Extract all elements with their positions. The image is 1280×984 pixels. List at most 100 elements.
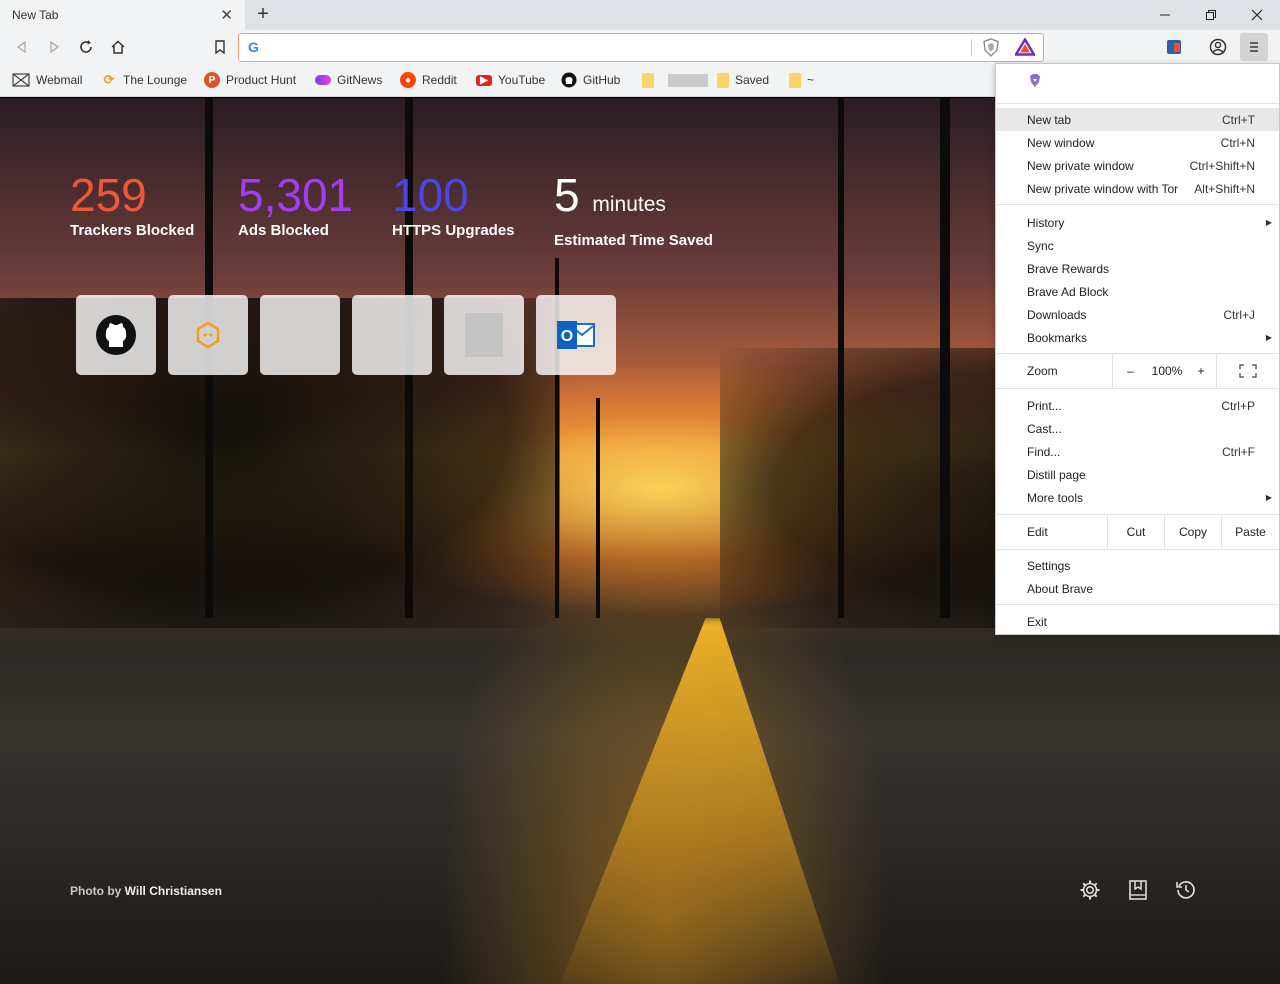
folder-icon (642, 72, 654, 88)
menu-item-settings[interactable]: Settings (996, 554, 1279, 577)
forward-icon (50, 40, 60, 54)
paste-button[interactable]: Paste (1221, 515, 1279, 549)
product-hunt-icon: P (204, 72, 220, 88)
bookmark-gitnews[interactable]: GitNews (315, 71, 382, 89)
stat-label: HTTPS Upgrades (392, 222, 515, 239)
photo-credit-author[interactable]: Will Christiansen (125, 884, 222, 898)
brave-rewards-icon[interactable] (1013, 37, 1037, 59)
top-site-tile-blank[interactable] (352, 295, 432, 375)
brave-shield-icon[interactable] (982, 38, 1000, 60)
fullscreen-button[interactable] (1216, 354, 1279, 388)
bookmark-folder-saved[interactable]: Saved (717, 71, 769, 89)
menu-item-find[interactable]: Find... Ctrl+F (996, 440, 1279, 463)
address-input[interactable] (267, 37, 957, 57)
reload-button[interactable] (72, 33, 100, 61)
back-button[interactable] (8, 33, 36, 61)
history-button[interactable] (1174, 878, 1198, 902)
github-icon (561, 72, 577, 88)
settings-button[interactable] (1078, 878, 1102, 902)
menu-item-new-window[interactable]: New window Ctrl+N (996, 131, 1279, 154)
lounge-icon: ⟳ (103, 72, 115, 87)
menu-item-brave-rewards[interactable]: Brave Rewards (996, 257, 1279, 280)
bookmark-icon (215, 40, 225, 54)
stat-label: Ads Blocked (238, 222, 329, 239)
minimize-button[interactable] (1142, 0, 1188, 30)
menu-item-more-tools[interactable]: More tools ▶ (996, 486, 1279, 509)
brave-lion-icon (1030, 74, 1040, 87)
menu-item-about-brave[interactable]: About Brave (996, 577, 1279, 600)
menu-item-history[interactable]: History ▶ (996, 211, 1279, 234)
menu-item-new-private-window[interactable]: New private window Ctrl+Shift+N (996, 154, 1279, 177)
menu-item-brave-ad-block[interactable]: Brave Ad Block (996, 280, 1279, 303)
gitnews-icon (315, 75, 331, 85)
menu-header (996, 64, 1279, 104)
restore-button[interactable] (1188, 0, 1234, 30)
tab-new-tab[interactable]: New Tab ✕ (0, 0, 245, 30)
menu-separator (996, 549, 1279, 550)
forward-button[interactable] (40, 33, 68, 61)
menu-item-bookmarks[interactable]: Bookmarks ▶ (996, 326, 1279, 349)
youtube-icon: ▶ (476, 74, 492, 86)
menu-separator (996, 204, 1279, 205)
zoom-label: Zoom (1027, 364, 1058, 378)
zoom-in-button[interactable]: + (1186, 364, 1216, 378)
close-window-button[interactable] (1234, 0, 1280, 30)
edit-label: Edit (1027, 525, 1048, 539)
bookmark-folder-hidden[interactable] (642, 71, 708, 89)
address-bar[interactable]: G (238, 33, 1044, 62)
top-site-tile-gray[interactable] (444, 295, 524, 375)
menu-item-downloads[interactable]: Downloads Ctrl+J (996, 303, 1279, 326)
tab-strip: New Tab ✕ + (0, 0, 1280, 30)
menu-item-new-private-window-tor[interactable]: New private window with Tor Alt+Shift+N (996, 177, 1279, 200)
bookmark-product-hunt[interactable]: P Product Hunt (204, 71, 296, 89)
palm-trunk (940, 98, 950, 618)
stat-trackers-blocked: 259 Trackers Blocked (70, 170, 194, 239)
top-site-tile-blank[interactable] (260, 295, 340, 375)
bookmark-reddit[interactable]: ● Reddit (400, 71, 457, 89)
extension-button[interactable] (1160, 33, 1188, 61)
top-site-tile-github[interactable] (76, 295, 156, 375)
menu-item-new-tab[interactable]: New tab Ctrl+T (996, 108, 1279, 131)
fullscreen-icon (1239, 364, 1257, 378)
stat-value: 100 (392, 169, 469, 221)
redacted-label (668, 73, 708, 87)
cut-button[interactable]: Cut (1107, 515, 1164, 549)
home-button[interactable] (104, 33, 132, 61)
bookmark-webmail[interactable]: Webmail (12, 71, 82, 89)
placeholder-square-icon (465, 313, 503, 357)
bookmark-label: Reddit (422, 73, 457, 87)
copy-button[interactable]: Copy (1164, 515, 1221, 549)
profile-button[interactable] (1204, 33, 1232, 61)
menu-zoom-row: Zoom – 100% + (996, 354, 1279, 388)
top-site-tile-outlook[interactable]: O (536, 295, 616, 375)
menu-button[interactable] (1240, 33, 1268, 61)
stat-value: 259 (70, 169, 147, 221)
submenu-arrow-icon: ▶ (1265, 333, 1272, 342)
google-icon: G (248, 39, 259, 55)
zoom-value: 100% (1151, 364, 1183, 378)
bookmark-github[interactable]: GitHub (561, 71, 620, 89)
menu-item-print[interactable]: Print... Ctrl+P (996, 394, 1279, 417)
new-tab-button[interactable]: + (251, 2, 275, 26)
road-center-line (560, 618, 840, 984)
bookmark-the-lounge[interactable]: ⟳ The Lounge (101, 71, 188, 89)
menu-item-exit[interactable]: Exit (996, 610, 1279, 633)
bookmark-page-button[interactable] (206, 33, 234, 61)
history-icon (1176, 881, 1195, 899)
webmail-icon (12, 73, 30, 87)
menu-item-sync[interactable]: Sync (996, 234, 1279, 257)
zoom-out-button[interactable]: – (1112, 354, 1148, 388)
bookmarks-button[interactable] (1126, 878, 1150, 902)
menu-item-cast[interactable]: Cast... (996, 417, 1279, 440)
stat-unit: minutes (592, 193, 666, 216)
bookmark-folder-tilde[interactable]: ~ (789, 71, 814, 89)
stat-https-upgrades: 100 HTTPS Upgrades (392, 170, 515, 239)
top-site-tile-brave[interactable] (168, 295, 248, 375)
stat-label: Trackers Blocked (70, 222, 195, 239)
tab-close-icon[interactable]: ✕ (220, 6, 233, 24)
stat-ads-blocked: 5,301 Ads Blocked (238, 170, 353, 239)
menu-item-distill-page[interactable]: Distill page (996, 463, 1279, 486)
reload-icon (80, 40, 92, 53)
bookmark-youtube[interactable]: ▶ YouTube (476, 71, 545, 89)
menu-edit-row: Edit Cut Copy Paste (996, 515, 1279, 549)
